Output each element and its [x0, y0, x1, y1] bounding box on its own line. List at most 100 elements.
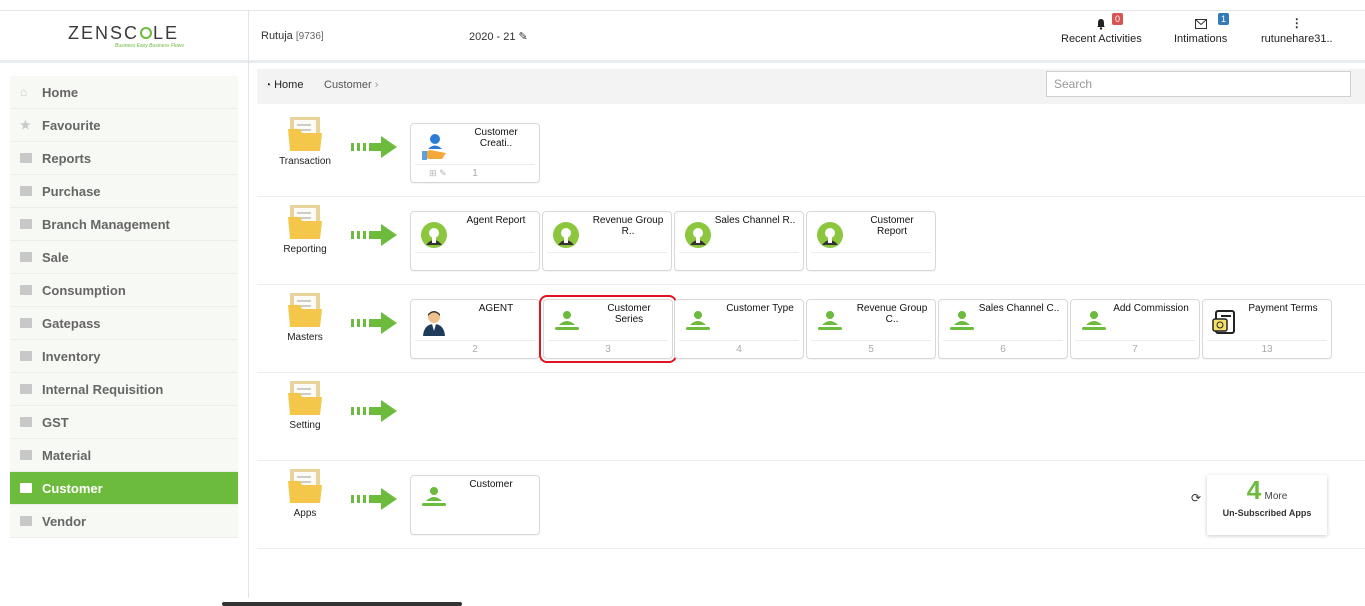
- section-folder[interactable]: Transaction: [279, 115, 331, 167]
- sidebar-item-reports[interactable]: Reports: [10, 142, 238, 175]
- user-info: Rutuja [9736]: [261, 30, 324, 42]
- tile-customer-report[interactable]: Customer Report: [806, 211, 936, 271]
- arrow-right-icon: [351, 224, 397, 246]
- folder-icon: [288, 381, 322, 415]
- logo-tagline: Business Easy Business Flows: [115, 43, 184, 49]
- tile-customer-creation[interactable]: Customer Creati.. ⊞ ✎ 1: [410, 123, 540, 183]
- user-name: Rutuja: [261, 30, 293, 42]
- recent-activities-button[interactable]: 0 Recent Activities: [1061, 13, 1142, 45]
- folder-icon: [20, 516, 32, 526]
- tile-divider: [811, 340, 931, 341]
- tile-divider: [547, 252, 667, 253]
- section-label: Setting: [289, 420, 321, 431]
- account-label: rutunehare31..: [1261, 33, 1333, 45]
- user-id: [9736]: [295, 31, 324, 42]
- folder-icon: [20, 285, 32, 295]
- folder-icon: [20, 252, 32, 262]
- sidebar-item-vendor[interactable]: Vendor: [10, 505, 238, 538]
- file-icon: [20, 153, 32, 163]
- tile-revenue-group-report[interactable]: Revenue Group R..: [542, 211, 672, 271]
- tile-title: Agent Report: [466, 215, 526, 226]
- tile-add-commission[interactable]: Add Commission 7: [1070, 299, 1200, 359]
- tile-count: 5: [868, 344, 874, 355]
- edit-icon[interactable]: ✎: [519, 31, 528, 43]
- tile-divider: [811, 252, 931, 253]
- financial-year[interactable]: 2020 - 21 ✎: [469, 30, 528, 43]
- section-label: Reporting: [283, 244, 327, 255]
- sidebar-item-favourite[interactable]: ★ Favourite: [10, 109, 238, 142]
- breadcrumb-current-label: Customer: [324, 79, 372, 91]
- sidebar-item-label: Favourite: [42, 117, 101, 133]
- tile-count: 1: [472, 168, 478, 179]
- breadcrumb-home[interactable]: ◔ Home: [265, 79, 303, 91]
- sidebar-item-label: Consumption: [42, 282, 126, 298]
- tile-payment-terms[interactable]: Payment Terms 13: [1202, 299, 1332, 359]
- section-transaction: Transaction Customer Creati.. ⊞ ✎ 1: [257, 109, 1365, 197]
- tile-title: Revenue Group C..: [856, 303, 928, 325]
- tile-divider: [1075, 340, 1195, 341]
- folder-icon: [20, 186, 32, 196]
- tile-title: Customer Report: [870, 215, 914, 237]
- tile-count: 13: [1261, 344, 1273, 355]
- sidebar-item-home[interactable]: ⌂ Home: [10, 76, 238, 109]
- section-folder[interactable]: Reporting: [279, 203, 331, 255]
- sidebar-item-consumption[interactable]: Consumption: [10, 274, 238, 307]
- sidebar-item-label: Customer: [42, 480, 103, 496]
- tile-divider: [1207, 340, 1327, 341]
- folder-icon: [20, 417, 32, 427]
- logo-area[interactable]: ZENSC LE Business Easy Business Flows: [0, 11, 249, 63]
- sidebar-item-purchase[interactable]: Purchase: [10, 175, 238, 208]
- sidebar-item-label: Branch Management: [42, 216, 170, 232]
- sidebar-item-gst[interactable]: GST: [10, 406, 238, 439]
- more-apps-card[interactable]: 4 More Un-Subscribed Apps: [1207, 475, 1327, 535]
- tile-divider: [415, 164, 535, 165]
- tile-agent-report[interactable]: Agent Report: [410, 211, 540, 271]
- tile-customer-type[interactable]: Customer Type 4: [674, 299, 804, 359]
- horizontal-scrollbar[interactable]: [222, 602, 462, 606]
- tile-sales-channel-c[interactable]: Sales Channel C.. 6: [938, 299, 1068, 359]
- sidebar-menu: ⌂ Home ★ Favourite Reports Purchase Branch…: [10, 76, 238, 538]
- arrow-right-icon: [351, 488, 397, 510]
- account-menu[interactable]: ⋮ rutunehare31..: [1261, 13, 1333, 45]
- tile-customer-app[interactable]: Customer: [410, 475, 540, 535]
- folder-icon: [288, 293, 322, 327]
- sidebar-item-sale[interactable]: Sale: [10, 241, 238, 274]
- sidebar-item-material[interactable]: Material: [10, 439, 238, 472]
- tile-title: Payment Terms: [1248, 303, 1318, 314]
- section-folder[interactable]: Masters: [279, 291, 331, 343]
- arrow-right-icon: [351, 312, 397, 334]
- intimations-button[interactable]: 1 Intimations: [1174, 13, 1230, 45]
- section-folder[interactable]: Apps: [279, 467, 331, 519]
- tile-sales-channel-report[interactable]: Sales Channel R..: [674, 211, 804, 271]
- search-input[interactable]: [1046, 71, 1351, 97]
- tile-divider: [943, 340, 1063, 341]
- refresh-icon[interactable]: ⟳: [1191, 491, 1201, 505]
- sidebar-item-label: Material: [42, 447, 92, 463]
- sidebar-item-customer[interactable]: Customer: [10, 472, 238, 505]
- sidebar-item-internal-requisition[interactable]: Internal Requisition: [10, 373, 238, 406]
- tile-title: Sales Channel R..: [714, 215, 796, 226]
- tile-count: 6: [1000, 344, 1006, 355]
- dashboard-icon: ◔: [265, 80, 272, 91]
- chevron-right-icon: ›: [374, 79, 379, 91]
- tile-count: 3: [605, 344, 611, 355]
- tile-revenue-group-c[interactable]: Revenue Group C.. 5: [806, 299, 936, 359]
- report-avatar-icon: [685, 222, 711, 248]
- sidebar-item-inventory[interactable]: Inventory: [10, 340, 238, 373]
- sidebar-item-gatepass[interactable]: Gatepass: [10, 307, 238, 340]
- sidebar: ⌂ Home ★ Favourite Reports Purchase Branch…: [0, 63, 249, 598]
- breadcrumb: ◔ Home Customer ›: [257, 69, 1365, 104]
- tile-title: Sales Channel C..: [978, 303, 1060, 314]
- tile-title: Customer: [469, 479, 513, 490]
- tile-count: 7: [1132, 344, 1138, 355]
- tile-title: Add Commission: [1113, 303, 1189, 314]
- sidebar-item-label: Vendor: [42, 513, 87, 529]
- year-label: 2020 - 21: [469, 31, 516, 43]
- sidebar-item-label: Purchase: [42, 183, 101, 199]
- folder-icon: [288, 469, 322, 503]
- sidebar-item-branch-management[interactable]: Branch Management: [10, 208, 238, 241]
- section-folder[interactable]: Setting: [279, 379, 331, 431]
- tile-title: Revenue Group R..: [592, 215, 664, 237]
- tile-customer-series[interactable]: Customer Series 3: [539, 295, 677, 363]
- tile-agent[interactable]: AGENT 2: [410, 299, 540, 359]
